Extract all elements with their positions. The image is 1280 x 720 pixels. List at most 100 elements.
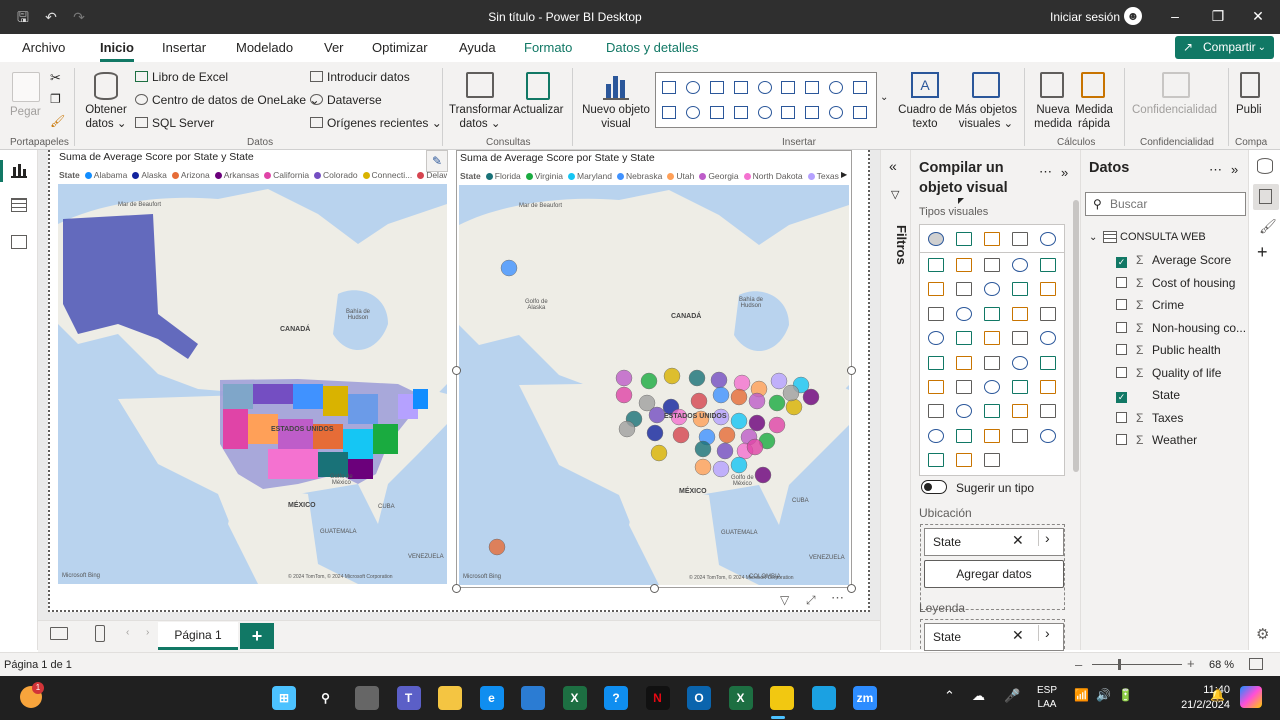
visual-type-icon[interactable] — [1040, 232, 1056, 246]
field-item[interactable]: Σ Cost of housing — [1116, 276, 1235, 290]
sensitivity-button[interactable]: Confidencialidad — [1132, 103, 1217, 117]
share-button[interactable]: ↗ Compartir ⌄ — [1175, 36, 1274, 59]
store-icon[interactable] — [521, 686, 545, 710]
resize-handle[interactable] — [452, 366, 461, 375]
visual-type-icon[interactable] — [984, 258, 1000, 272]
edit-icon[interactable]: ✎ — [426, 150, 448, 172]
remove-field-icon[interactable]: ✕ — [1012, 532, 1024, 549]
visual-type-icon[interactable] — [1040, 404, 1056, 419]
fit-page-icon[interactable] — [1249, 658, 1263, 670]
netflix-icon[interactable]: N — [645, 686, 670, 710]
outlook-icon[interactable]: O — [687, 686, 711, 710]
map-bubble[interactable] — [746, 438, 764, 456]
visual-type-icon[interactable] — [984, 282, 1000, 297]
copilot-icon[interactable] — [1240, 686, 1262, 708]
recent-sources-button[interactable]: Orígenes recientes ⌄ — [310, 116, 442, 130]
sign-in-link[interactable]: Iniciar sesión — [1050, 10, 1120, 24]
notifications-icon[interactable]: 🔔 — [1210, 688, 1225, 702]
field-item[interactable]: ✓ State — [1116, 388, 1180, 403]
visual-type-icon[interactable] — [928, 282, 944, 297]
remove-field-icon[interactable]: ✕ — [1012, 627, 1024, 644]
more-options-icon[interactable]: ⋯ — [1209, 162, 1222, 178]
map-bubble[interactable] — [688, 369, 706, 387]
notepad-icon[interactable] — [811, 686, 836, 710]
gallery-visual-icon[interactable] — [757, 106, 772, 119]
map-bubble[interactable] — [730, 412, 748, 430]
table-view-icon[interactable] — [11, 198, 27, 212]
visual-type-icon[interactable] — [984, 453, 1000, 468]
chevron-down-icon[interactable]: ⌄ — [1089, 232, 1097, 243]
excel-icon[interactable]: X — [728, 686, 753, 710]
visual-type-icon[interactable] — [1040, 282, 1056, 297]
maximize-button[interactable]: ❐ — [1203, 8, 1233, 25]
desktop-layout-icon[interactable] — [50, 627, 68, 640]
visual-type-icon[interactable] — [928, 232, 944, 246]
map-bubble[interactable] — [615, 369, 633, 387]
map-canvas[interactable]: Mar de Beaufort CANADÁ Bahía de Hudson ES… — [58, 184, 447, 584]
scrollbar[interactable] — [1073, 200, 1079, 472]
gallery-visual-icon[interactable] — [709, 106, 724, 119]
field-checkbox[interactable]: ✓ — [1116, 257, 1127, 268]
map-bubble[interactable] — [672, 426, 690, 444]
search-input[interactable] — [1110, 195, 1240, 213]
legend-item[interactable]: Utah — [676, 171, 694, 181]
legend-item[interactable]: Arkansas — [224, 170, 259, 180]
build-pane-active[interactable] — [1253, 184, 1279, 210]
file-explorer-icon[interactable] — [438, 686, 462, 710]
visual-type-icon[interactable] — [1040, 380, 1056, 394]
tab-insertar[interactable]: Insertar — [162, 40, 206, 55]
map-bubble[interactable] — [648, 406, 666, 424]
edge-icon[interactable]: e — [479, 686, 504, 710]
gallery-visual-icon[interactable] — [757, 81, 772, 94]
cut-icon[interactable]: ✂ — [50, 70, 61, 86]
map-bubble[interactable] — [802, 388, 820, 406]
visual-type-icon[interactable] — [956, 331, 972, 346]
onelake-button[interactable]: Centro de datos de OneLake ⌄ — [135, 93, 320, 107]
visual-type-icon[interactable] — [984, 232, 1000, 246]
visual-type-icon[interactable] — [956, 282, 972, 297]
report-view-icon[interactable] — [11, 162, 27, 178]
table-name[interactable]: CONSULTA WEB — [1120, 231, 1206, 243]
visual-type-icon[interactable] — [928, 404, 944, 419]
visual-type-icon[interactable] — [928, 306, 944, 321]
quick-measure-button[interactable]: Medida rápida — [1073, 103, 1115, 131]
field-item[interactable]: ✓ Σ Average Score — [1116, 253, 1231, 268]
map-bubble[interactable] — [748, 392, 766, 410]
map-bubble[interactable] — [690, 392, 708, 410]
visual-type-icon[interactable] — [1012, 404, 1028, 419]
gallery-expand-icon[interactable]: ⌄ — [880, 92, 888, 103]
map-bubble[interactable] — [730, 388, 748, 406]
zoom-out-button[interactable]: – — [1075, 657, 1082, 672]
visual-type-icon[interactable] — [1012, 232, 1028, 246]
tab-modelado[interactable]: Modelado — [236, 40, 293, 55]
visual-type-icon[interactable] — [928, 355, 944, 370]
visual-type-icon[interactable] — [1040, 331, 1056, 346]
visual-type-icon[interactable] — [928, 453, 944, 468]
filter-icon[interactable]: ▽ — [780, 593, 789, 607]
textbox-button[interactable]: Cuadro de texto — [898, 103, 952, 131]
model-view-icon[interactable] — [11, 235, 27, 249]
excel-button[interactable]: Libro de Excel — [135, 70, 228, 84]
legend-item[interactable]: Maryland — [577, 171, 612, 181]
sql-server-button[interactable]: SQL Server — [135, 116, 214, 130]
visual-type-icon[interactable] — [956, 404, 972, 419]
start-icon[interactable]: ⊞ — [272, 686, 296, 710]
wifi-icon[interactable]: 📶 — [1074, 688, 1089, 702]
mobile-layout-icon[interactable] — [95, 625, 105, 642]
map-bubble[interactable] — [712, 460, 730, 478]
cloud-icon[interactable]: ☁ — [972, 688, 985, 704]
map-bubble[interactable] — [618, 420, 636, 438]
map-bubble[interactable] — [646, 424, 664, 442]
map-bubble[interactable] — [754, 466, 772, 484]
tab-datos-detalles[interactable]: Datos y detalles — [606, 40, 699, 55]
map-bubble[interactable] — [770, 372, 788, 390]
map-bubble[interactable] — [640, 372, 658, 390]
tab-ver[interactable]: Ver — [324, 40, 344, 55]
map-bubble[interactable] — [768, 416, 786, 434]
visual-type-icon[interactable] — [984, 306, 1000, 321]
map-bubble[interactable] — [768, 394, 786, 412]
tab-formato[interactable]: Formato — [524, 40, 572, 55]
map-bubble[interactable] — [716, 442, 734, 460]
visual-type-icon[interactable] — [1012, 355, 1028, 370]
chevron-up-icon[interactable]: ⌃ — [944, 688, 955, 704]
